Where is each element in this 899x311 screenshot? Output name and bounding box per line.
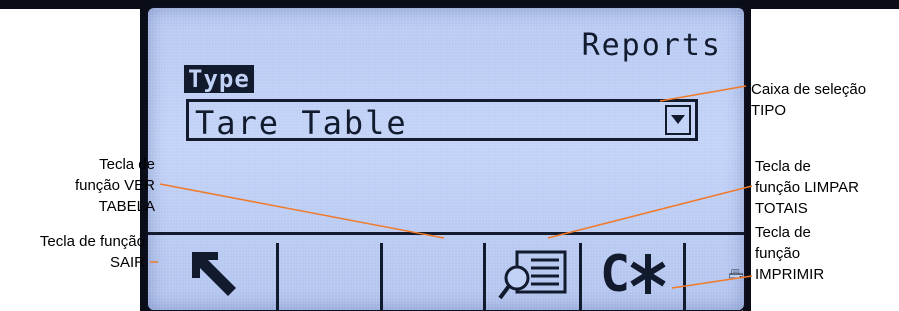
callout-view-table: Tecla de função VER TABELA xyxy=(0,154,155,217)
callout-exit: Tecla de função SAIR xyxy=(0,231,145,273)
callout-text: Caixa de seleção xyxy=(751,81,867,98)
callout-type-select: Caixa de seleção TIPO xyxy=(751,79,866,121)
callout-print: Tecla de função IMPRIMIR xyxy=(755,222,824,285)
callout-line-print xyxy=(671,275,753,289)
callout-text: Tecla de xyxy=(755,224,811,241)
callout-line-type xyxy=(659,85,747,102)
callout-text: Tecla de xyxy=(99,156,155,173)
callout-text: função xyxy=(755,245,801,262)
callout-clear-totals: Tecla de função LIMPAR TOTAIS xyxy=(755,156,859,219)
callout-line-clear-totals xyxy=(547,185,753,239)
callout-text: função VER xyxy=(74,177,155,194)
callout-text: TIPO xyxy=(751,102,787,119)
callout-text: TOTAIS xyxy=(755,200,808,217)
callout-text: Tecla de função xyxy=(39,233,145,250)
callout-text: Tecla de xyxy=(755,158,811,175)
callout-text: função LIMPAR xyxy=(755,179,859,196)
callout-text: SAIR xyxy=(109,254,145,271)
callout-text: TABELA xyxy=(98,198,155,215)
callout-line-view-table xyxy=(159,183,445,239)
callout-text: IMPRIMIR xyxy=(755,266,825,283)
